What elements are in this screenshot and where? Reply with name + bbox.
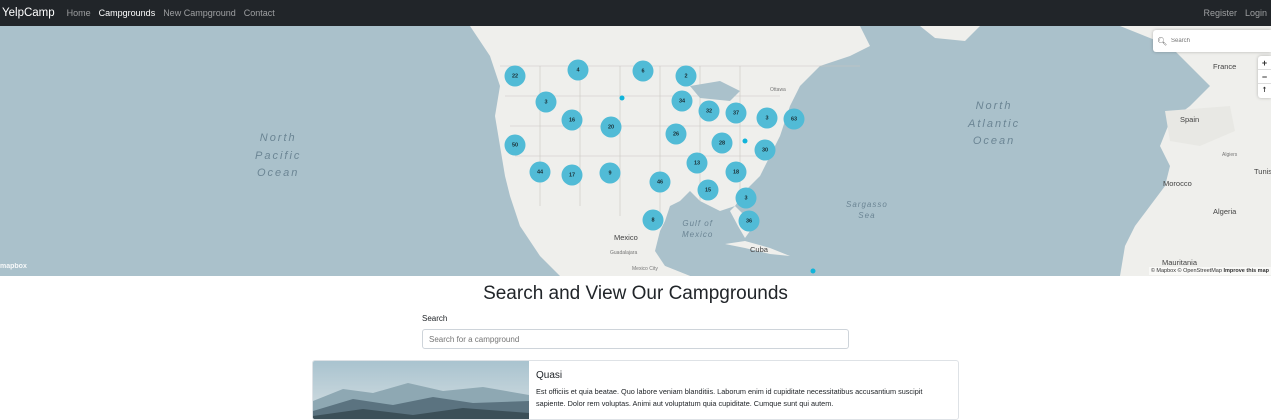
nav-contact[interactable]: Contact xyxy=(244,8,275,18)
card-title[interactable]: Quasi xyxy=(536,370,562,381)
map-cluster[interactable]: 34 xyxy=(671,90,693,112)
brand-link[interactable]: YelpCamp xyxy=(2,7,55,19)
place-label-guadalajara: Guadalajara xyxy=(610,250,638,256)
campground-search-input[interactable] xyxy=(422,329,849,349)
map-cluster[interactable]: 37 xyxy=(725,102,747,124)
map-search-input[interactable] xyxy=(1171,38,1261,44)
nav-new-campground[interactable]: New Campground xyxy=(163,8,236,18)
map-cluster[interactable]: 9 xyxy=(599,162,621,184)
map-navigation-control: + − ⭡ xyxy=(1258,56,1271,98)
place-label-algeria: Algeria xyxy=(1213,207,1237,216)
ocean-label-north-pacific-text: North Pacific Ocean xyxy=(255,132,302,180)
place-label-cuba: Cuba xyxy=(750,245,768,254)
map-point[interactable] xyxy=(742,138,748,144)
place-label-mauritania: Mauritania xyxy=(1162,258,1198,267)
map-cluster[interactable]: 3 xyxy=(535,91,557,113)
navbar: YelpCamp Home Campgrounds New Campground… xyxy=(0,0,1271,26)
map-cluster[interactable]: 4 xyxy=(567,59,589,81)
nav-auth-links: Register Login xyxy=(1195,8,1267,18)
map-cluster[interactable]: 13 xyxy=(686,152,708,174)
map-cluster[interactable]: 8 xyxy=(642,209,664,231)
map-cluster[interactable]: 50 xyxy=(504,134,526,156)
place-label-algiers: Algiers xyxy=(1222,152,1238,158)
map-cluster[interactable]: 63 xyxy=(783,108,805,130)
cluster-map[interactable]: North Pacific Ocean North Atlantic Ocean… xyxy=(0,26,1271,276)
search-label: Search xyxy=(422,314,448,323)
zoom-out-button[interactable]: − xyxy=(1258,70,1271,84)
ocean-label-gulf: Gulf of Mexico xyxy=(682,218,713,240)
compass-button[interactable]: ⭡ xyxy=(1258,84,1271,98)
map-cluster[interactable]: 17 xyxy=(561,164,583,186)
nav-register[interactable]: Register xyxy=(1203,8,1237,18)
map-cluster[interactable]: 32 xyxy=(698,100,720,122)
ocean-label-sargasso: Sargasso Sea xyxy=(846,199,888,221)
ocean-label-gulf-text: Gulf of Mexico xyxy=(682,219,714,240)
ocean-label-sargasso-text: Sargasso Sea xyxy=(846,200,888,221)
place-label-spain: Spain xyxy=(1180,115,1200,124)
place-label-ottawa: Ottawa xyxy=(770,87,786,93)
place-label-france: France xyxy=(1213,62,1237,71)
page-title: Search and View Our Campgrounds xyxy=(483,283,788,304)
nav-login[interactable]: Login xyxy=(1245,8,1267,18)
map-cluster[interactable]: 2 xyxy=(675,65,697,87)
map-cluster[interactable]: 28 xyxy=(711,132,733,154)
map-search-box[interactable]: 🔍︎ xyxy=(1153,30,1271,52)
attribution-text[interactable]: © Mapbox © OpenStreetMap xyxy=(1151,268,1222,274)
map-cluster[interactable]: 26 xyxy=(665,123,687,145)
map-cluster[interactable]: 6 xyxy=(632,60,654,82)
ocean-label-north-atlantic-text: North Atlantic Ocean xyxy=(968,100,1021,148)
map-cluster[interactable]: 44 xyxy=(529,161,551,183)
map-cluster[interactable]: 3 xyxy=(756,107,778,129)
map-cluster[interactable]: 36 xyxy=(738,210,760,232)
ocean-label-north-atlantic: North Atlantic Ocean xyxy=(968,98,1020,151)
campground-card: Quasi Est officiis et quia beatae. Quo l… xyxy=(312,360,959,420)
campground-image xyxy=(313,361,529,419)
nav-home[interactable]: Home xyxy=(67,8,91,18)
map-point[interactable] xyxy=(619,95,625,101)
card-description: Est officiis et quia beatae. Quo labore … xyxy=(536,387,923,408)
map-point[interactable] xyxy=(810,268,816,274)
map-cluster[interactable]: 22 xyxy=(504,65,526,87)
map-cluster[interactable]: 18 xyxy=(725,161,747,183)
ocean-label-north-pacific: North Pacific Ocean xyxy=(255,130,301,183)
place-label-tunis: Tunis xyxy=(1254,167,1271,176)
map-cluster[interactable]: 15 xyxy=(697,179,719,201)
search-icon: 🔍︎ xyxy=(1157,36,1168,46)
map-cluster[interactable]: 46 xyxy=(649,171,671,193)
map-cluster[interactable]: 3 xyxy=(735,187,757,209)
map-cluster[interactable]: 30 xyxy=(754,139,776,161)
place-label-mexico-city: Mexico City xyxy=(632,266,658,272)
map-cluster[interactable]: 20 xyxy=(600,116,622,138)
mapbox-logo[interactable]: mapbox xyxy=(0,263,27,270)
map-attribution: © Mapbox © OpenStreetMap Improve this ma… xyxy=(1148,267,1271,275)
nav-campgrounds[interactable]: Campgrounds xyxy=(99,8,156,18)
map-cluster[interactable]: 16 xyxy=(561,109,583,131)
improve-map-link[interactable]: Improve this map xyxy=(1223,268,1269,274)
place-label-mexico: Mexico xyxy=(614,233,638,242)
zoom-in-button[interactable]: + xyxy=(1258,56,1271,70)
place-label-morocco: Morocco xyxy=(1163,179,1192,188)
